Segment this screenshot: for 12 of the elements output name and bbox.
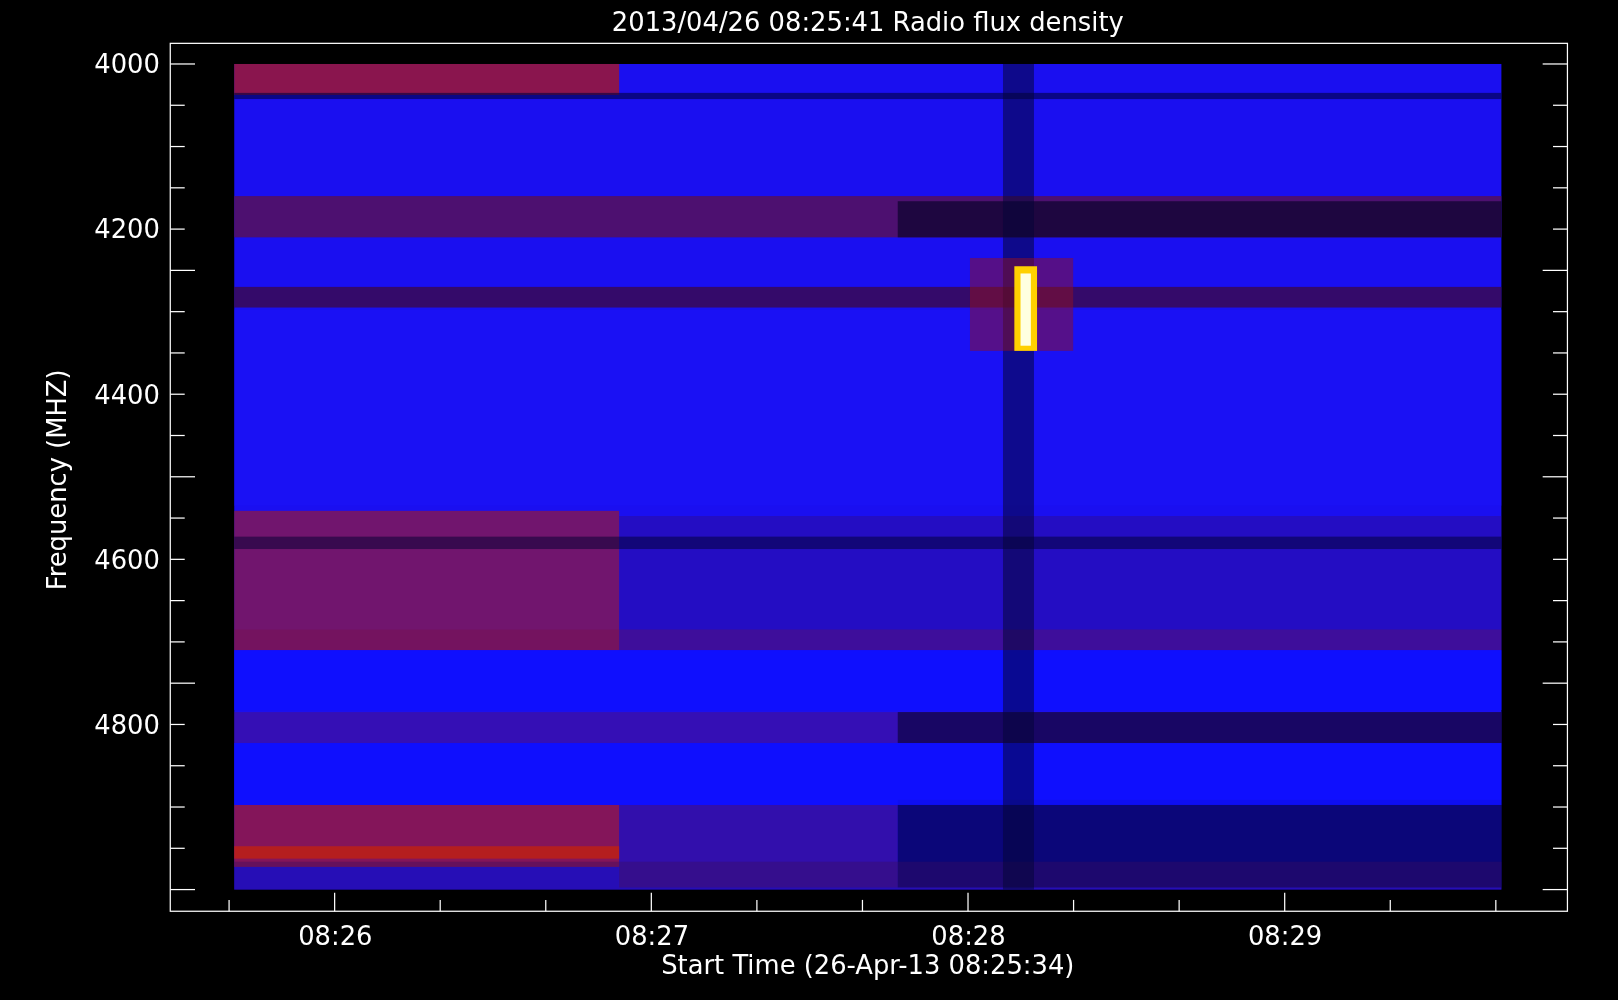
y-tick-label: 4000 [94, 49, 160, 80]
x-axis-label: Start Time (26-Apr-13 08:25:34) [661, 950, 1075, 981]
x-tick-label: 08:28 [931, 921, 1006, 952]
x-tick-label: 08:27 [614, 921, 690, 952]
y-tick-label: 4800 [94, 709, 160, 740]
y-axis-label: Frequency (MHZ) [42, 369, 73, 591]
x-tick-label: 08:26 [298, 921, 373, 952]
y-tick-label: 4200 [94, 214, 160, 245]
chart-title: 2013/04/26 08:25:41 Radio flux density [611, 6, 1124, 37]
x-tick-label: 08:29 [1247, 921, 1323, 952]
y-tick-label: 4400 [94, 379, 160, 410]
y-tick-label: 4600 [94, 544, 160, 575]
